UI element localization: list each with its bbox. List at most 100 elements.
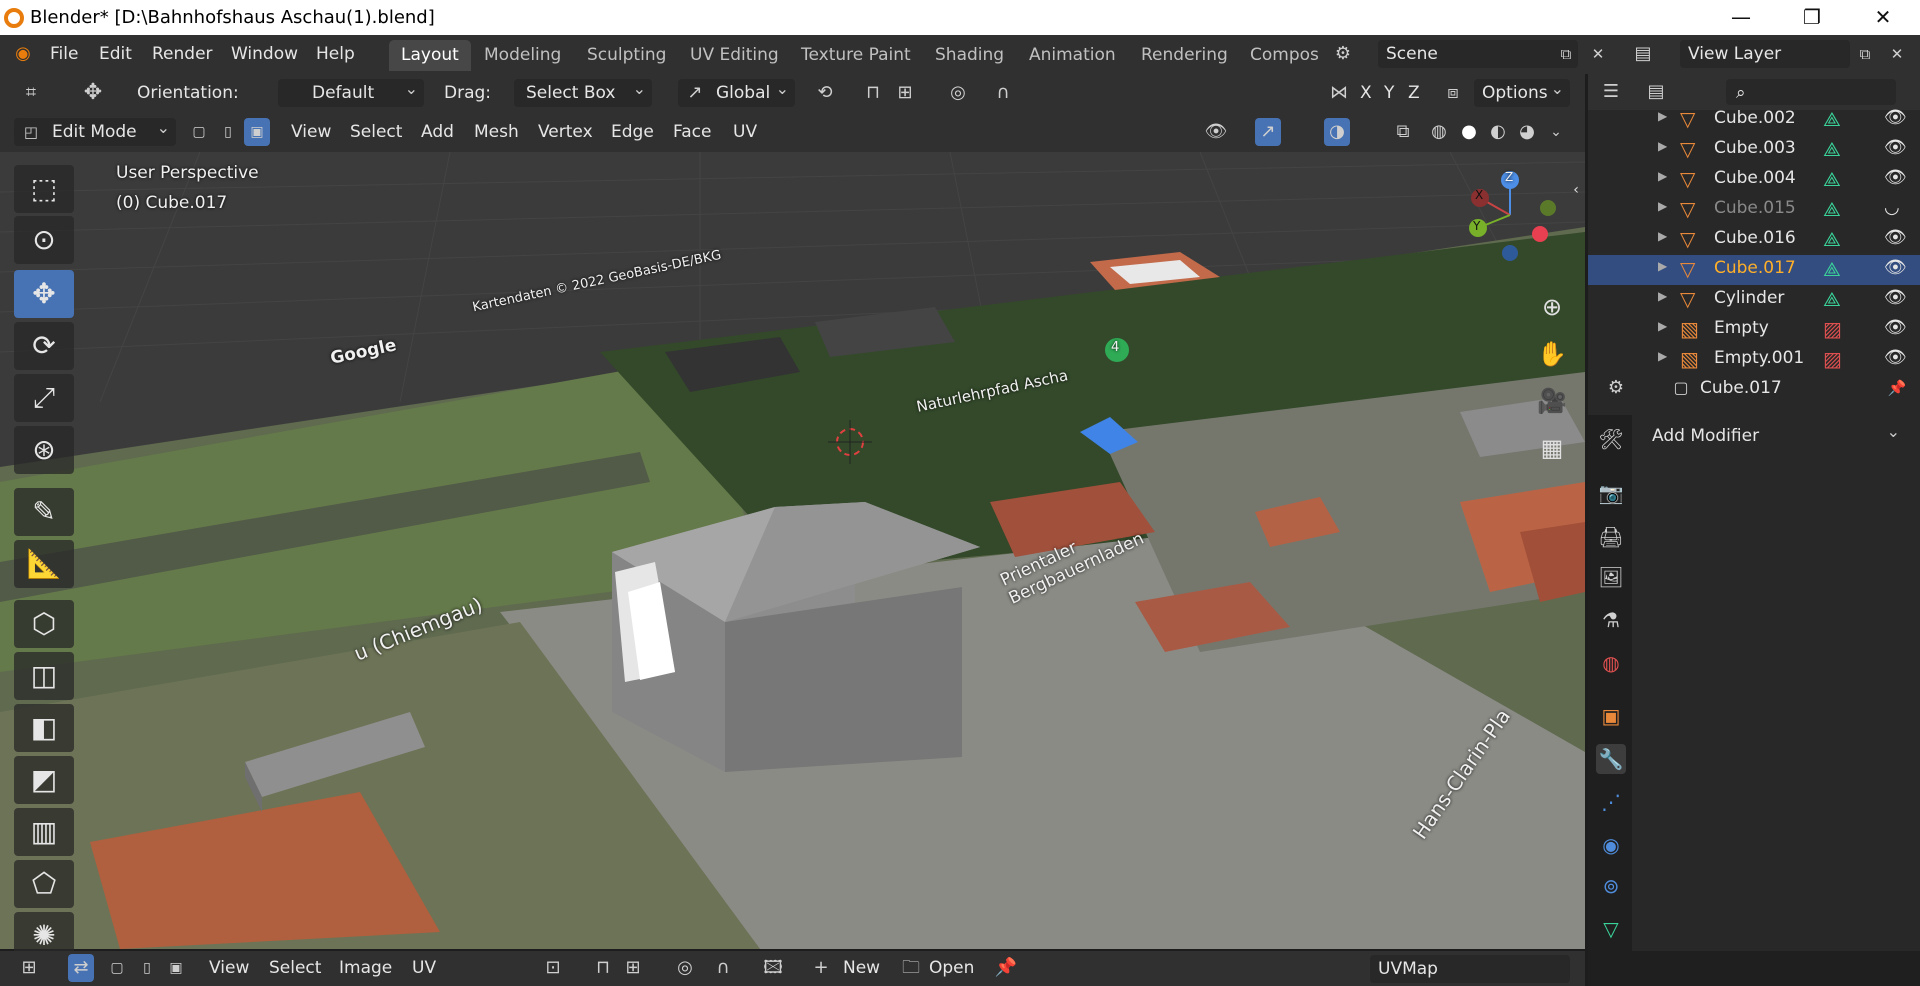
mesh-data-icon[interactable]: ⟁ [1823,287,1841,311]
expand-arrow-icon[interactable]: ▶ [1658,169,1667,183]
menu-render[interactable]: Render [152,44,213,64]
loop-cut-tool-icon[interactable]: ▥ [14,808,74,856]
visibility-eye-icon[interactable]: 👁 [1884,137,1907,158]
visibility-eye-icon[interactable]: 👁 [1884,287,1907,308]
world-tab-icon[interactable]: ◍ [1596,648,1626,678]
close-button[interactable]: ✕ [1868,2,1898,32]
menu-uv[interactable]: UV [733,122,757,142]
expand-arrow-icon[interactable]: ▶ [1658,139,1667,153]
menu-add[interactable]: Add [421,122,454,142]
axis-x-toggle[interactable]: X [1360,83,1372,103]
tab-compositing[interactable]: Compos [1238,40,1318,71]
display-mode-icon[interactable]: ▤ [1643,78,1669,106]
minimize-button[interactable]: — [1726,2,1756,32]
outliner-item[interactable]: ▶ ▽ Cylinder ⟁ 👁 [1588,285,1920,315]
outliner-search-input[interactable]: ⌕ [1726,79,1896,105]
tab-uv-editing[interactable]: UV Editing [678,40,791,71]
orientation-dropdown[interactable]: Default [278,79,424,107]
properties-editor-type-icon[interactable]: ⚙ [1603,374,1629,402]
visibility-icon[interactable]: 👁 [1203,118,1229,146]
uv-snap-target-icon[interactable]: ⊞ [620,954,646,982]
measure-tool-icon[interactable]: 📐 [14,540,74,588]
select-box-tool-icon[interactable]: ⬚ [14,165,74,213]
outliner-editor-type-icon[interactable]: ☰ [1598,78,1624,106]
shading-options-icon[interactable]: ⌄ [1543,118,1569,146]
material-shading-icon[interactable]: ◐ [1485,118,1511,146]
mesh-data-icon[interactable]: ⟁ [1823,107,1841,131]
visibility-eye-icon[interactable]: 👁 [1884,227,1907,248]
falloff-icon[interactable]: ∩ [990,79,1016,107]
overlay-toggle-icon[interactable]: ◑ [1324,118,1350,146]
new-image-button[interactable]: New [843,958,880,978]
visibility-eye-icon[interactable]: 👁 [1884,257,1907,278]
visibility-eye-icon[interactable]: 👁 [1884,317,1907,338]
menu-file[interactable]: File [50,44,78,64]
visibility-eye-icon[interactable]: 👁 [1884,167,1907,188]
knife-tool-icon[interactable]: ⬠ [14,860,74,908]
uv-vertex-select-icon[interactable]: ▢ [104,954,130,982]
uvmap-field[interactable]: UVMap [1370,955,1570,983]
blender-menu-icon[interactable]: ◉ [10,40,36,68]
uv-falloff-icon[interactable]: ∩ [710,954,736,982]
object-tab-icon[interactable]: ▣ [1596,701,1626,731]
tab-modeling[interactable]: Modeling [472,40,574,71]
uv-menu-select[interactable]: Select [269,958,321,978]
camera-view-icon[interactable]: 🎥 [1534,383,1570,419]
options-dropdown[interactable]: Options [1474,79,1570,107]
tab-texture-paint[interactable]: Texture Paint [789,40,923,71]
uv-proportional-icon[interactable]: ◎ [672,954,698,982]
mesh-data-icon[interactable]: ⟁ [1823,167,1841,191]
vertex-select-icon[interactable]: ▢ [186,118,212,146]
editor-type-icon[interactable]: ⌗ [18,79,44,107]
uv-edge-select-icon[interactable]: ▯ [134,954,160,982]
expand-arrow-icon[interactable]: ▶ [1658,229,1667,243]
view-layer-icon[interactable]: ▤ [1630,40,1656,68]
edge-select-icon[interactable]: ▯ [215,118,241,146]
outliner-item[interactable]: ▶ ▽ Cube.017 ⟁ 👁 [1588,255,1920,285]
tab-sculpting[interactable]: Sculpting [575,40,679,71]
solid-shading-icon[interactable]: ● [1456,118,1482,146]
3d-viewport[interactable]: Google Kartendaten © 2022 GeoBasis-DE/BK… [0,152,1585,949]
snap-icon[interactable]: ⊓ [860,79,886,107]
uv-editor-type-icon[interactable]: ⊞ [16,954,42,982]
move-tool-button-icon[interactable]: ✥ [14,270,74,318]
outliner-item[interactable]: ▶ ▽ Cube.015 ⟁ ◡ [1588,195,1920,225]
proportional-editing-icon[interactable]: ◎ [945,79,971,107]
new-scene-icon[interactable]: ⧉ [1553,40,1579,68]
open-image-button[interactable]: Open [929,958,974,978]
extrude-tool-icon[interactable]: ◫ [14,652,74,700]
tool-tab-icon[interactable]: 🛠 [1596,424,1626,454]
annotate-tool-icon[interactable]: ✎ [14,488,74,536]
uv-menu-image[interactable]: Image [339,958,392,978]
wireframe-shading-icon[interactable]: ◍ [1426,118,1452,146]
inset-tool-icon[interactable]: ◧ [14,704,74,752]
visibility-eye-icon[interactable]: 👁 [1884,107,1907,128]
uv-face-select-icon[interactable]: ▣ [163,954,189,982]
particles-tab-icon[interactable]: ⋰ [1596,787,1626,817]
view-layer-field[interactable]: View Layer [1680,40,1850,68]
bevel-tool-icon[interactable]: ◩ [14,756,74,804]
gizmo-toggle-icon[interactable]: ↗ [1255,118,1281,146]
menu-face[interactable]: Face [673,122,711,142]
mesh-data-icon[interactable]: ⟁ [1823,197,1841,221]
rotate-tool-icon[interactable]: ⟳ [14,322,74,370]
uv-sync-icon[interactable]: ⇄ [68,954,94,982]
visibility-eye-icon[interactable]: 👁 [1884,347,1907,368]
perspective-toggle-icon[interactable]: ▦ [1534,430,1570,466]
delete-scene-icon[interactable]: ✕ [1585,40,1611,68]
constraints-tab-icon[interactable]: ⊚ [1596,871,1626,901]
add-cube-tool-icon[interactable]: ⬡ [14,600,74,648]
view-layer-tab-icon[interactable]: 🖼 [1596,562,1626,592]
visibility-eye-icon[interactable]: ◡ [1884,197,1900,218]
mesh-data-icon[interactable]: ⟁ [1823,257,1841,281]
expand-arrow-icon[interactable]: ▶ [1658,349,1667,363]
render-tab-icon[interactable]: 📷 [1596,478,1626,508]
auto-merge-icon[interactable]: ⧈ [1440,79,1466,107]
modifier-tab-icon[interactable]: 🔧 [1596,744,1626,774]
image-data-icon[interactable]: ▨ [1823,317,1842,341]
outliner-item[interactable]: ▶ ▧ Empty ▨ 👁 [1588,315,1920,345]
add-modifier-dropdown[interactable]: Add Modifier [1644,422,1906,450]
cursor-tool-icon[interactable]: ⊙ [14,216,74,264]
tab-layout[interactable]: Layout [389,40,471,71]
scale-tool-icon[interactable]: ⤢ [14,374,74,422]
